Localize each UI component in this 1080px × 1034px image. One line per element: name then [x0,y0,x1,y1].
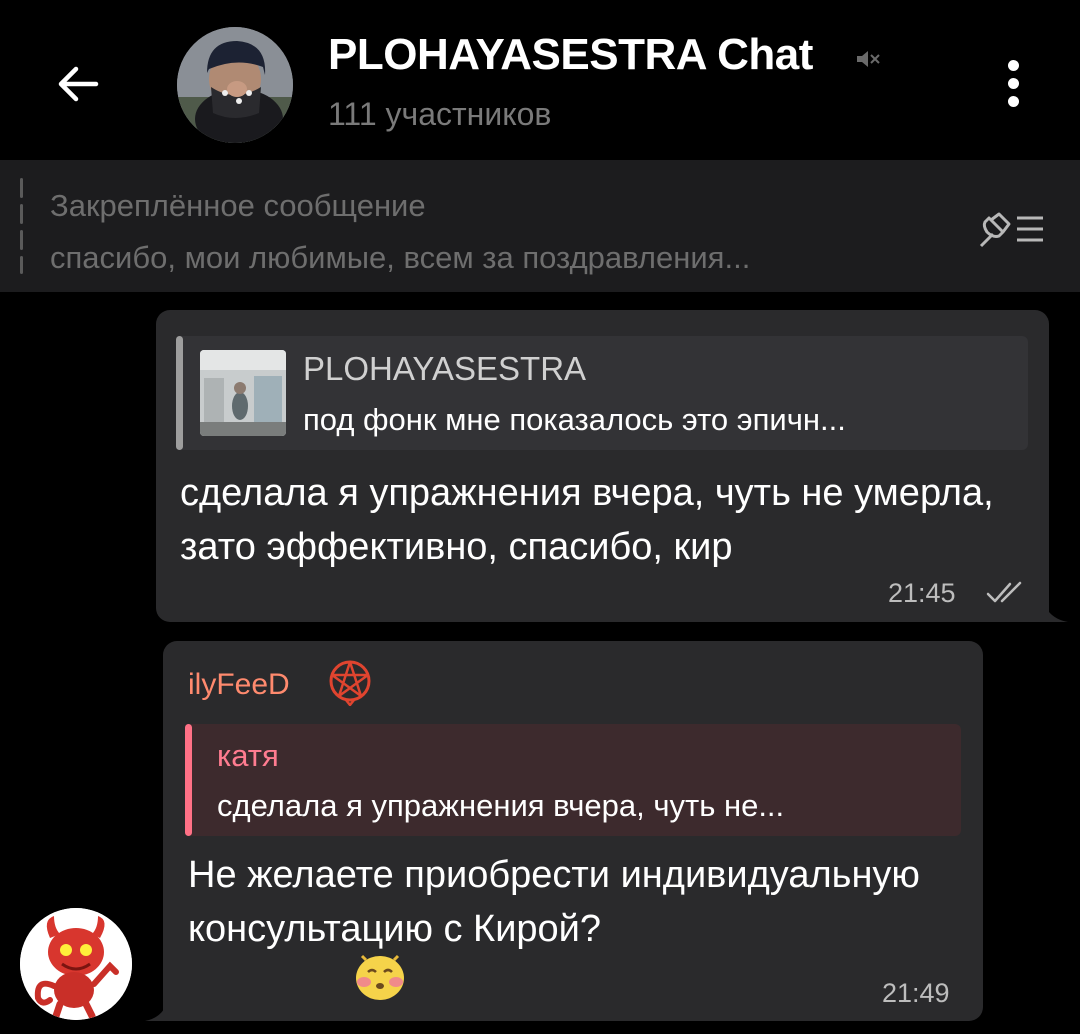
more-vertical-icon[interactable] [996,56,1032,112]
reply-accent-bar [176,336,183,450]
bubble-tail [1040,590,1068,622]
pinned-title: Закреплённое сообщение [50,188,426,223]
reply-accent-bar [185,724,192,836]
double-check-icon [986,581,1022,603]
pinned-message-bar[interactable]: Закреплённое сообщение спасибо, мои люби… [0,160,1080,292]
participants-count: 111 участников [328,96,552,132]
reply-author: катя [217,738,279,773]
message-text: Не желаете приобрести индивидуальную кон… [188,854,920,950]
reply-preview[interactable]: PLOHAYASESTRA под фонк мне показалось эт… [176,336,1028,450]
group-avatar[interactable] [177,27,293,143]
pinned-list-icon[interactable] [975,208,1047,250]
blushing-face-emoji-icon [356,954,404,1000]
message-text: сделала я упражнения вчера, чуть не умер… [180,472,994,568]
user-avatar[interactable] [20,908,132,1020]
chat-title[interactable]: PLOHAYASESTRA Chat [328,30,813,80]
message-time: 21:45 [888,578,956,608]
pinned-text: спасибо, мои любимые, всем за поздравлен… [50,240,751,275]
reply-preview[interactable]: катя сделала я упражнения вчера, чуть не… [185,724,961,836]
group-avatar-image [177,27,293,143]
chat-header: PLOHAYASESTRA Chat 111 участников [0,0,1080,160]
reply-text: под фонк мне показалось это эпичн... [303,402,846,437]
message-time: 21:49 [882,978,950,1008]
back-arrow-icon[interactable] [50,56,106,112]
reply-thumbnail [200,350,286,436]
muted-icon [857,51,880,67]
pinned-indicator [20,178,23,274]
reply-text: сделала я упражнения вчера, чуть не... [217,788,785,823]
devil-character-avatar-image [20,908,132,1020]
bubble-tail [145,990,171,1021]
sender-name[interactable]: ilyFeeD [188,668,290,702]
pentagram-icon [329,660,371,706]
reply-author: PLOHAYASESTRA [303,350,587,387]
